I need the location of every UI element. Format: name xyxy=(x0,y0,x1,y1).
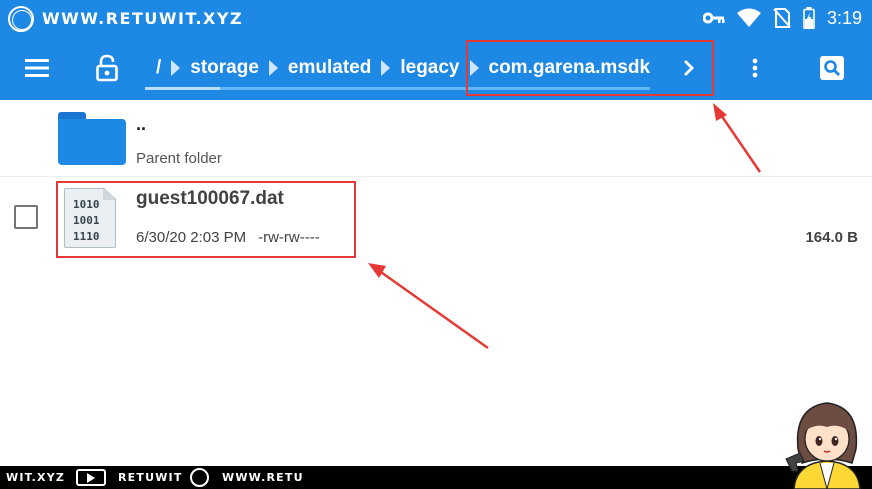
watermark-item: WWW.RETU xyxy=(222,471,304,484)
overflow-menu-button[interactable] xyxy=(742,54,768,82)
parent-folder-name: .. xyxy=(136,114,147,134)
breadcrumb-emulated[interactable]: emulated xyxy=(288,57,371,79)
wifi-icon xyxy=(736,8,761,27)
annotation-box-file xyxy=(56,181,356,258)
annotation-arrowhead-file xyxy=(368,263,386,278)
app-bar: WWW.RETUWIT.XYZ 3:19 / storage emulated … xyxy=(0,0,872,100)
search-button[interactable] xyxy=(816,52,848,84)
watermark-item: WIT.XYZ xyxy=(6,471,66,484)
watermark-item: RETUWIT xyxy=(118,471,183,484)
breadcrumb-separator-icon xyxy=(171,60,181,76)
more-vert-icon xyxy=(752,58,758,78)
menu-icon xyxy=(25,59,49,77)
status-icons: 3:19 xyxy=(702,6,862,30)
breadcrumb-separator-icon xyxy=(268,60,278,76)
annotation-box-breadcrumb xyxy=(466,40,714,96)
globe-icon xyxy=(190,468,209,487)
list-item-parent-folder[interactable]: .. Parent folder xyxy=(0,100,872,177)
search-icon xyxy=(820,56,844,80)
watermark-bar: WIT.XYZ RETUWIT WWW.RETU xyxy=(0,466,872,489)
play-icon xyxy=(76,469,106,486)
breadcrumb-separator-icon xyxy=(381,60,391,76)
file-size: 164.0 B xyxy=(805,229,858,246)
mascot-sticker xyxy=(785,402,861,489)
no-sim-icon xyxy=(773,8,791,28)
select-checkbox[interactable] xyxy=(14,205,38,229)
folder-icon xyxy=(58,112,126,167)
lock-icon xyxy=(96,54,118,82)
lock-button[interactable] xyxy=(92,52,122,84)
status-bar: WWW.RETUWIT.XYZ 3:19 xyxy=(0,0,872,36)
menu-button[interactable] xyxy=(20,54,54,82)
clock: 3:19 xyxy=(826,7,862,28)
key-icon xyxy=(702,12,725,24)
battery-charging-icon xyxy=(803,7,815,29)
globe-logo-icon xyxy=(8,6,34,32)
breadcrumb-root[interactable]: / xyxy=(156,57,161,79)
breadcrumb-scroll-thumb[interactable] xyxy=(145,87,220,90)
breadcrumb-storage[interactable]: storage xyxy=(190,57,259,79)
breadcrumb-legacy[interactable]: legacy xyxy=(400,57,459,79)
parent-folder-label: Parent folder xyxy=(136,150,222,167)
annotation-arrow-file xyxy=(377,268,489,350)
watermark-text: WWW.RETUWIT.XYZ xyxy=(42,9,244,28)
